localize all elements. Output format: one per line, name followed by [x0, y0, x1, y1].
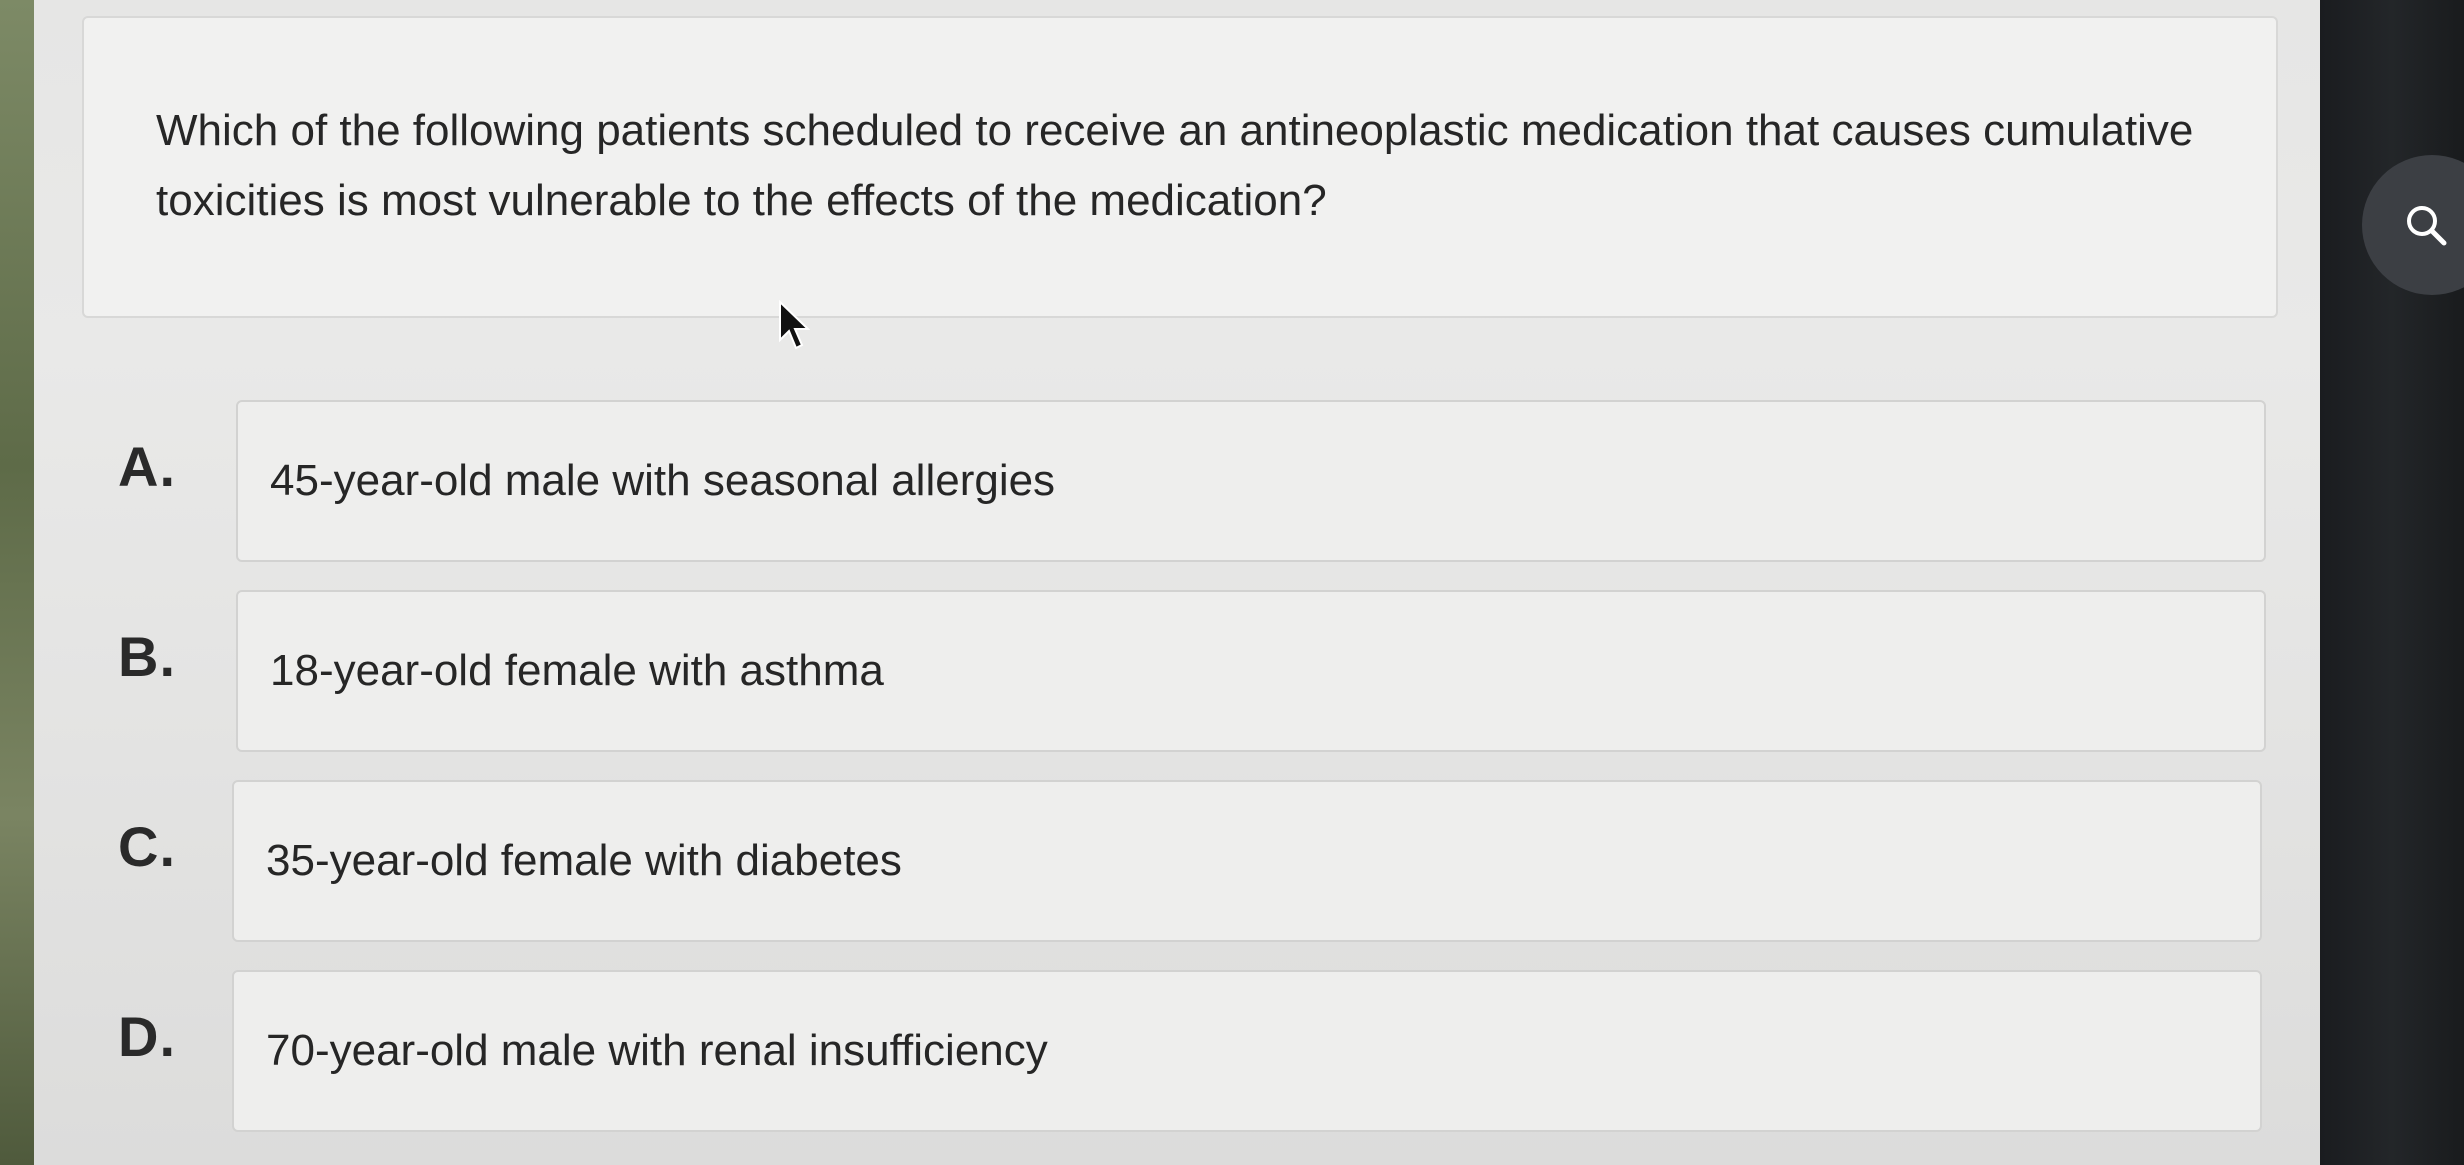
- option-d-text: 70-year-old male with renal insufficienc…: [266, 1026, 1048, 1075]
- option-d-button[interactable]: 70-year-old male with renal insufficienc…: [232, 970, 2262, 1132]
- option-d-letter: D.: [118, 1005, 176, 1068]
- option-a-letter: A.: [118, 435, 176, 498]
- question-text: Which of the following patients schedule…: [156, 106, 2194, 225]
- option-a-text: 45-year-old male with seasonal allergies: [270, 456, 1056, 505]
- option-c-text: 35-year-old female with diabetes: [266, 836, 902, 885]
- question-card: Which of the following patients schedule…: [82, 16, 2278, 318]
- option-c-letter: C.: [118, 815, 176, 878]
- option-b-button[interactable]: 18-year-old female with asthma: [236, 590, 2266, 752]
- mouse-pointer-icon: [779, 300, 810, 350]
- option-b-text: 18-year-old female with asthma: [270, 646, 884, 695]
- option-b-letter: B.: [118, 625, 176, 688]
- option-c-button[interactable]: 35-year-old female with diabetes: [232, 780, 2262, 942]
- option-a-button[interactable]: 45-year-old male with seasonal allergies: [236, 400, 2266, 562]
- search-icon: [2407, 206, 2447, 246]
